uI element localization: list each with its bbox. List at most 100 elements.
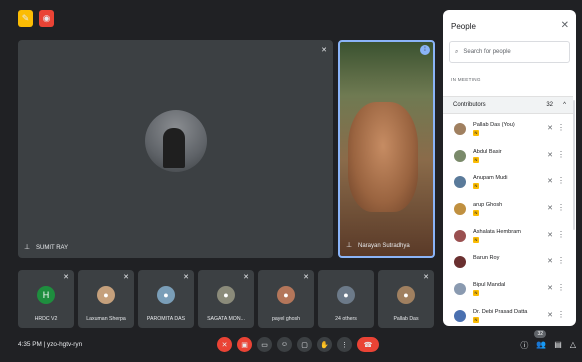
list-item[interactable]: Dr. Debi Prasad Datta N ✕ ⋮: [443, 305, 573, 326]
time-and-meeting-code: 4:35 PM | yzo-hgtv-ryn: [18, 341, 83, 348]
contributors-header[interactable]: Contributors 32 ^: [443, 96, 573, 114]
participant-thumbnail[interactable]: ✕ ● PAROMITA DAS: [138, 270, 194, 328]
people-panel: People ✕ ⌕ Search for people IN MEETING …: [443, 10, 576, 326]
participant-name: Dr. Debi Prasad Datta: [473, 308, 528, 315]
note-button[interactable]: ✎: [18, 10, 33, 27]
list-item[interactable]: arup Ghosh N ✕ ⋮: [443, 198, 573, 225]
participant-name: Pallab Das (You): [473, 122, 515, 128]
avatar: H: [37, 286, 55, 304]
list-item[interactable]: Anupam Mudi N ✕ ⋮: [443, 171, 573, 198]
host-badge-icon: N: [473, 156, 479, 163]
thumbnail-label: Pallab Das: [393, 316, 419, 322]
avatar: [454, 203, 466, 216]
participant-name: Ashalata Hembram: [473, 228, 521, 235]
mic-off-icon: ✕: [423, 274, 429, 281]
more-icon[interactable]: ⋮: [557, 123, 565, 132]
chevron-up-icon[interactable]: ^: [563, 102, 566, 108]
record-icon: ◉: [42, 13, 51, 23]
emoji-button[interactable]: ☺: [277, 337, 292, 352]
participant-thumbnail[interactable]: ✕ ● payel ghosh: [258, 270, 314, 328]
captions-button[interactable]: ▭: [257, 337, 272, 352]
chat-icon[interactable]: ▤: [554, 340, 562, 351]
speaker-name-tag: ⊥ Narayan Sutradhya: [346, 242, 410, 250]
search-people-field[interactable]: ⌕ Search for people: [449, 41, 570, 63]
participant-thumbnail[interactable]: ✕ ● Laxuman Sherpa: [78, 270, 134, 328]
panel-title: People: [451, 22, 476, 31]
host-badge-icon: N: [473, 290, 479, 297]
more-icon[interactable]: ⋮: [557, 256, 565, 265]
search-placeholder: Search for people: [463, 49, 511, 55]
speaker-video: [348, 102, 418, 212]
mic-off-icon: ✕: [123, 274, 129, 281]
more-icon[interactable]: ⋮: [557, 150, 565, 159]
avatar: [454, 229, 466, 242]
mic-off-icon: ✕: [183, 274, 189, 281]
end-call-button[interactable]: ☎: [357, 337, 379, 352]
participant-thumbnail[interactable]: ✕ ● Pallab Das: [378, 270, 434, 328]
camera-off-button[interactable]: ▣: [237, 337, 252, 352]
participant-name: Anupam Mudi: [473, 175, 508, 182]
list-item[interactable]: Pallab Das (You) N ✕ ⋮: [443, 118, 573, 145]
info-icon[interactable]: ⓘ: [520, 340, 528, 351]
main-participant-tile[interactable]: ✕ ⊥ SUMIT RAY: [18, 40, 333, 258]
avatar: [454, 256, 466, 269]
present-button[interactable]: ▢: [297, 337, 312, 352]
raise-hand-button[interactable]: ✋: [317, 337, 332, 352]
activities-icon[interactable]: △: [570, 340, 576, 351]
mic-off-icon: ✕: [547, 151, 553, 159]
close-icon[interactable]: ✕: [561, 20, 569, 31]
more-icon[interactable]: ⋮: [557, 203, 565, 212]
avatar: ●: [157, 286, 175, 304]
host-badge-icon: N: [473, 183, 479, 190]
avatar: ●: [97, 286, 115, 304]
host-badge-icon: N: [473, 210, 479, 217]
more-icon[interactable]: ⋮: [557, 310, 565, 319]
avatar: [454, 309, 466, 322]
participant-thumbnail[interactable]: ✕ H HRDC V2: [18, 270, 74, 328]
mic-off-icon: ✕: [547, 311, 553, 319]
thumbnail-label: payel ghosh: [272, 316, 300, 322]
scrollbar[interactable]: [573, 100, 575, 230]
participant-name-tag: ⊥ SUMIT RAY: [24, 244, 68, 252]
host-badge-icon: N: [473, 236, 479, 243]
others-thumbnail[interactable]: ● 24 others: [318, 270, 374, 328]
avatar: ●: [217, 286, 235, 304]
mic-off-button[interactable]: ✕: [217, 337, 232, 352]
avatar: [454, 283, 466, 296]
mic-off-icon: ✕: [547, 258, 553, 266]
avatar: ●: [277, 286, 295, 304]
participant-name: Bipul Mandal: [473, 282, 506, 289]
pin-icon[interactable]: ⊥: [24, 244, 32, 252]
list-item[interactable]: Barun Roy ✕ ⋮: [443, 251, 573, 278]
thumbnail-label: Laxuman Sherpa: [86, 316, 126, 322]
people-icon[interactable]: 👥: [536, 340, 546, 351]
mic-off-icon: ✕: [547, 178, 553, 186]
mic-off-icon: ✕: [547, 125, 553, 132]
mic-off-icon: ✕: [243, 274, 249, 281]
more-icon[interactable]: ⋮: [557, 283, 565, 292]
mic-off-icon: ✕: [321, 47, 327, 54]
record-button[interactable]: ◉: [39, 10, 54, 27]
active-speaker-tile[interactable]: ⁞ ⊥ Narayan Sutradhya: [338, 40, 435, 258]
participant-thumbnail[interactable]: ✕ ● SAGATA MON...: [198, 270, 254, 328]
avatar: [454, 176, 466, 189]
contributors-label: Contributors: [453, 102, 486, 108]
mic-off-icon: ✕: [547, 231, 553, 239]
thumbnail-label: 24 others: [335, 316, 357, 322]
list-item[interactable]: Abdul Basir N ✕ ⋮: [443, 145, 573, 172]
pin-icon[interactable]: ⊥: [346, 242, 354, 250]
list-item[interactable]: Ashalata Hembram N ✕ ⋮: [443, 225, 573, 252]
more-icon[interactable]: ⋮: [557, 230, 565, 239]
more-options-button[interactable]: ⋮: [337, 337, 352, 352]
mic-off-icon: ✕: [63, 274, 69, 281]
more-icon[interactable]: ⋮: [557, 176, 565, 185]
list-item[interactable]: Bipul Mandal N ✕ ⋮: [443, 278, 573, 305]
participant-strip: ✕ H HRDC V2 ✕ ● Laxuman Sherpa ✕ ● PAROMITA DA…: [18, 270, 434, 328]
participant-name: Barun Roy: [473, 255, 500, 262]
host-badge-icon: N: [473, 130, 479, 136]
mic-off-icon: ✕: [547, 205, 553, 213]
participant-list: Pallab Das (You) N ✕ ⋮ Abdul Basir N ✕ ⋮ Anupa…: [443, 118, 573, 326]
search-icon: ⌕: [455, 48, 459, 55]
bottom-bar: 4:35 PM | yzo-hgtv-ryn ✕ ▣ ▭ ☺ ▢ ✋ ⋮ ☎ 3…: [0, 330, 582, 362]
avatar: [454, 149, 466, 162]
